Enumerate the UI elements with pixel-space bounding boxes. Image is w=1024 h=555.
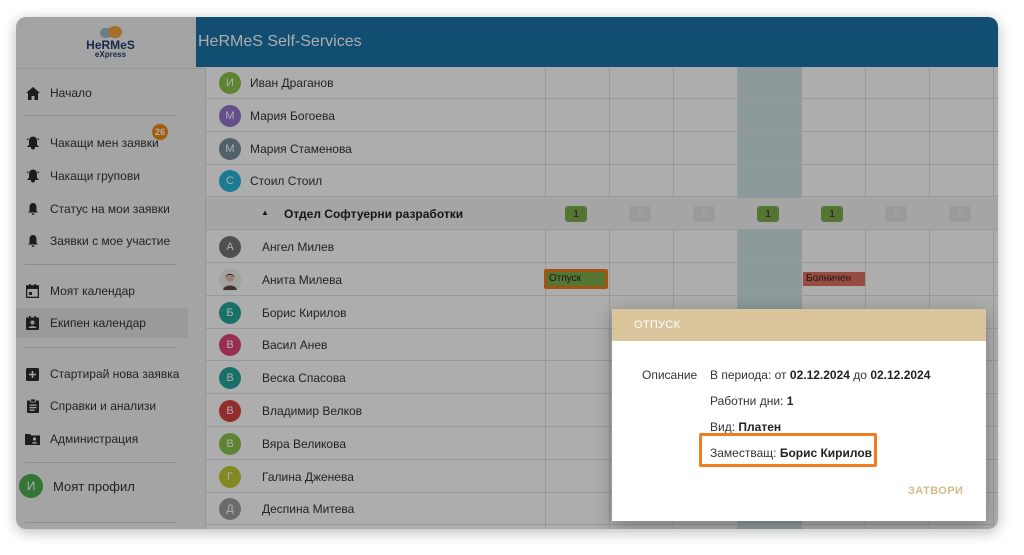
description-label: Описание xyxy=(642,368,698,382)
app-window: HeRMeS eXpress Начало Чакащи мен заявки … xyxy=(16,17,998,529)
type-line: Вид: Платен xyxy=(710,420,781,434)
period-from: 02.12.2024 xyxy=(789,368,850,382)
period-to: 02.12.2024 xyxy=(870,368,931,382)
workdays-line: Работни дни: 1 xyxy=(710,394,793,408)
leave-dialog: ОТПУСК Описание В периода: от 02.12.2024… xyxy=(612,309,986,521)
type-label: Вид: xyxy=(710,420,736,434)
workdays-value: 1 xyxy=(786,394,794,408)
dialog-title: ОТПУСК xyxy=(612,309,986,341)
close-button[interactable]: ЗАТВОРИ xyxy=(908,485,963,497)
period-mid: до xyxy=(853,368,867,382)
period-line: В периода: от 02.12.2024 до 02.12.2024 xyxy=(710,368,930,382)
deputy-highlight xyxy=(699,433,877,467)
period-prefix: В периода: от xyxy=(710,368,787,382)
workdays-label: Работни дни: xyxy=(710,394,784,408)
type-value: Платен xyxy=(738,420,782,434)
